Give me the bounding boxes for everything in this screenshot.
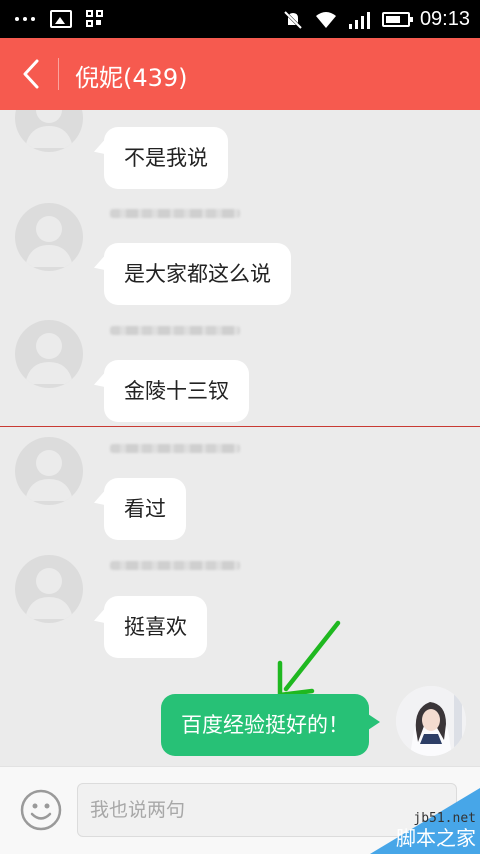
watermark-name: 脚本之家 <box>396 826 476 850</box>
status-bar: 09:13 <box>0 0 480 38</box>
image-icon <box>50 10 72 28</box>
message-bubble[interactable]: 金陵十三钗 <box>104 360 249 422</box>
wifi-icon <box>315 11 336 28</box>
sender-name-blurred <box>110 209 240 218</box>
chat-area[interactable]: 不是我说 是大家都这么说 金陵十三钗 看过 挺喜欢 百度经验挺好的！ <box>0 110 480 766</box>
sender-name-blurred <box>110 444 240 453</box>
message-bubble[interactable]: 挺喜欢 <box>104 596 207 658</box>
signal-icon <box>348 11 370 29</box>
my-avatar[interactable] <box>396 686 466 756</box>
emoji-button[interactable] <box>20 789 62 831</box>
arrow-annotation-icon <box>277 620 341 698</box>
sender-name-blurred <box>110 561 240 570</box>
smiley-icon <box>20 789 62 831</box>
more-dots-icon <box>14 10 36 28</box>
message-bubble[interactable]: 是大家都这么说 <box>104 243 291 305</box>
back-button[interactable] <box>10 52 54 96</box>
qr-code-icon <box>86 10 104 28</box>
avatar[interactable] <box>15 203 83 271</box>
status-time: 09:13 <box>419 8 470 30</box>
site-watermark: jb51.net 脚本之家 <box>370 788 480 854</box>
mute-icon <box>283 10 302 29</box>
avatar[interactable] <box>15 320 83 388</box>
title-bar: 倪妮(439) <box>0 38 480 110</box>
message-bubble[interactable]: 看过 <box>104 478 186 540</box>
battery-icon <box>381 12 413 27</box>
message-bubble[interactable]: 不是我说 <box>104 127 228 189</box>
avatar[interactable] <box>15 437 83 505</box>
avatar[interactable] <box>15 555 83 623</box>
new-message-divider <box>0 426 480 427</box>
sender-name-blurred <box>110 326 240 335</box>
page-title: 倪妮(439) <box>75 64 188 92</box>
sent-message-bubble[interactable]: 百度经验挺好的！ <box>161 694 380 756</box>
chevron-left-icon <box>23 59 39 89</box>
avatar[interactable] <box>15 110 83 152</box>
title-divider <box>58 58 59 90</box>
